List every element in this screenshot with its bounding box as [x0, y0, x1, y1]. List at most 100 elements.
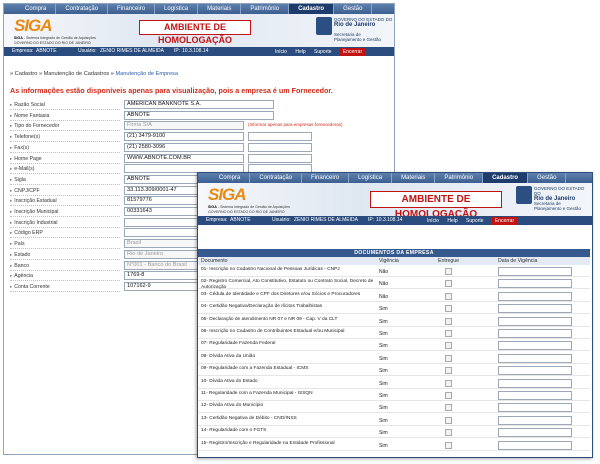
inicio-link[interactable]: Início — [427, 218, 439, 224]
form-field-input[interactable]: (21) 3479-9100 — [124, 132, 244, 142]
gov-rj-logo: GOVERNO DO ESTADO DO Rio de Janeiro — [334, 17, 393, 28]
documents-table-header: Documento Vigência Entregue Data de Vigê… — [198, 257, 590, 265]
nav-item-materiais[interactable]: Materiais — [198, 4, 242, 14]
entregue-checkbox[interactable] — [445, 268, 452, 275]
nav-item-gestao[interactable]: Gestão — [334, 4, 373, 14]
form-row: Nome Fantasia ABNOTE — [10, 110, 390, 121]
nav-item-contratacao[interactable]: Contratação — [250, 173, 303, 183]
form-field-extra-input[interactable] — [248, 153, 312, 163]
document-name: 09- Regularidade com a Fazenda Estadual … — [201, 366, 309, 372]
nav-item-compra[interactable]: Compra — [16, 4, 57, 14]
form-field-input[interactable] — [124, 228, 204, 238]
nav-item-financeiro[interactable]: Financeiro — [302, 173, 350, 183]
nav-item-contratacao[interactable]: Contratação — [56, 4, 109, 14]
nav-item-patrimonio[interactable]: Patrimônio — [241, 4, 290, 14]
nav-item-compra[interactable]: Compra — [210, 173, 251, 183]
form-field-extra-input[interactable] — [248, 132, 312, 142]
document-name: 12- Dívida Ativa do Município — [201, 403, 264, 409]
data-vigencia-input[interactable] — [498, 279, 572, 289]
form-field-extra-input[interactable] — [248, 142, 312, 152]
entregue-checkbox[interactable] — [445, 354, 452, 362]
entregue-checkbox[interactable] — [445, 292, 452, 300]
form-field-input[interactable]: (21) 2580-3096 — [124, 142, 244, 152]
document-row: 11- Regularidade com a Fazenda Municipal… — [198, 390, 590, 401]
form-field-input[interactable]: N°001 - Banco do Brasil — [124, 260, 204, 270]
nav-item-cadastro[interactable]: Cadastro — [289, 4, 335, 14]
data-vigencia-input[interactable] — [498, 267, 572, 276]
document-vigencia: Não — [379, 293, 389, 300]
nav-item-logistica[interactable]: Logística — [155, 4, 199, 14]
document-vigencia: Sim — [379, 417, 388, 424]
form-field-input[interactable]: Rio de Janeiro — [124, 249, 204, 259]
data-vigencia-input[interactable] — [498, 403, 572, 413]
nav-item-financeiro[interactable]: Financeiro — [108, 4, 156, 14]
data-vigencia-input[interactable] — [498, 366, 572, 376]
document-row: 04- Certidão Negativa/Declaração de Ilíc… — [198, 303, 590, 315]
nav-item-logistica[interactable]: Logística — [349, 173, 393, 183]
entregue-checkbox[interactable] — [445, 367, 452, 375]
data-vigencia-input[interactable] — [498, 378, 572, 388]
inicio-link[interactable]: Início — [275, 49, 287, 55]
form-row: Tipo do Fornecedor Firma S/A (Informar ape… — [10, 121, 390, 132]
breadcrumb: » Cadastro » Manutenção de Cadastros » M… — [10, 71, 178, 77]
document-name: 06- Inscrição no Cadastro de Contribuint… — [201, 329, 345, 334]
nav-item-gestao[interactable]: Gestão — [528, 173, 567, 183]
entregue-checkbox[interactable] — [445, 305, 452, 313]
encerrar-button[interactable]: Encerrar — [339, 48, 366, 56]
document-row: 09- Regularidade com a Fazenda Estadual … — [198, 365, 590, 377]
form-field-input[interactable]: WWW.ABNOTE.COM.BR — [124, 153, 244, 163]
help-link[interactable]: Help — [447, 218, 457, 224]
suporte-link[interactable]: Suporte — [314, 49, 332, 55]
entregue-checkbox[interactable] — [445, 392, 452, 399]
nav-item-materiais[interactable]: Materiais — [392, 173, 436, 183]
entregue-checkbox[interactable] — [445, 342, 452, 350]
readonly-notice: As informações estão disponíveis apenas … — [10, 86, 333, 95]
data-vigencia-input[interactable] — [498, 428, 572, 438]
nav-item-patrimonio[interactable]: Patrimônio — [435, 173, 484, 183]
form-field-input[interactable]: 1769-8 — [124, 271, 204, 281]
data-vigencia-input[interactable] — [498, 316, 572, 326]
document-row: 02- Registro Comercial, Ato Constitutivo… — [198, 278, 590, 290]
document-vigencia: Sim — [379, 405, 388, 412]
header-banner-2: SIGA SIGA - Sistema Integrado de Gestão … — [198, 183, 592, 220]
data-vigencia-input[interactable] — [498, 391, 572, 400]
usuario-value: ZENIO RIMES DE ALMEIDA — [294, 217, 358, 223]
entregue-checkbox[interactable] — [445, 416, 452, 424]
encerrar-button[interactable]: Encerrar — [491, 217, 518, 225]
help-link[interactable]: Help — [295, 49, 305, 55]
data-vigencia-input[interactable] — [498, 415, 572, 425]
document-row: 08- Dívida Ativa da União Sim — [198, 353, 590, 364]
entregue-checkbox[interactable] — [445, 280, 452, 288]
entregue-checkbox[interactable] — [445, 404, 452, 412]
form-field-input[interactable]: Brasil — [124, 239, 204, 249]
form-field-input[interactable]: 81579776 — [124, 196, 204, 206]
breadcrumb-cadastro[interactable]: Cadastro — [15, 71, 38, 77]
data-vigencia-input[interactable] — [498, 291, 572, 301]
document-row: 14- Regularidade com o FGTS Sim — [198, 427, 590, 439]
usuario-label: Usuário: — [272, 217, 291, 223]
form-field-input[interactable] — [124, 217, 204, 227]
entregue-checkbox[interactable] — [445, 429, 452, 437]
top-nav: Compra Contratação Financeiro Logística … — [4, 4, 394, 14]
data-vigencia-input[interactable] — [498, 353, 572, 363]
form-field-input[interactable]: ABNOTE — [124, 110, 274, 120]
form-field-input[interactable]: 107162-9 — [124, 281, 204, 291]
entregue-checkbox[interactable] — [445, 379, 452, 387]
form-field-label: Conta Corrente — [10, 283, 120, 292]
data-vigencia-input[interactable] — [498, 304, 572, 314]
document-vigencia: Sim — [379, 306, 388, 313]
nav-item-cadastro[interactable]: Cadastro — [483, 173, 529, 183]
entregue-checkbox[interactable] — [445, 317, 452, 325]
entregue-checkbox[interactable] — [445, 330, 452, 337]
form-field-input[interactable]: Firma S/A — [124, 121, 244, 131]
suporte-link[interactable]: Suporte — [466, 218, 484, 224]
document-vigencia: Sim — [379, 368, 388, 375]
form-field-input[interactable]: AMERICAN BANKNOTE S.A. — [124, 100, 274, 109]
data-vigencia-input[interactable] — [498, 440, 572, 450]
breadcrumb-manutencao-cadastros[interactable]: Manutenção de Cadastros — [44, 71, 110, 77]
data-vigencia-input[interactable] — [498, 341, 572, 351]
document-name: 10- Dívida Ativa do Estado — [201, 378, 258, 384]
data-vigencia-input[interactable] — [498, 329, 572, 338]
entregue-checkbox[interactable] — [445, 441, 452, 449]
form-field-input[interactable]: 00331643 — [124, 207, 204, 216]
